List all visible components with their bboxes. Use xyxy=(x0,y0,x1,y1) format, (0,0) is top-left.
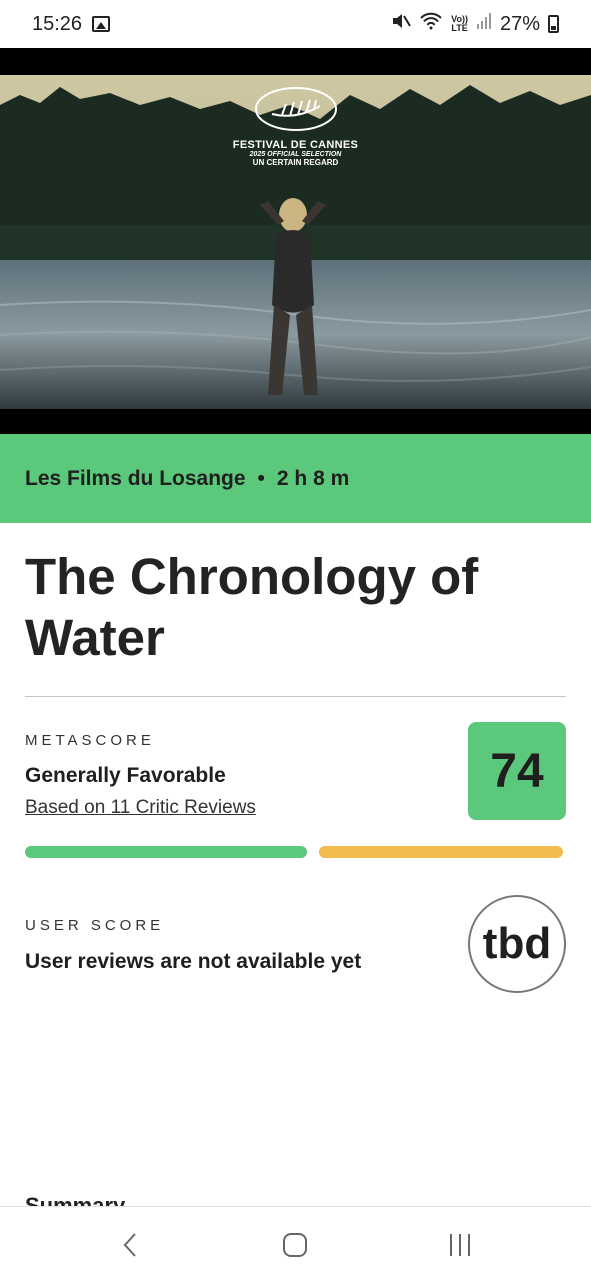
metascore-label: METASCORE xyxy=(25,732,155,749)
gallery-icon xyxy=(92,16,111,32)
palm-laurel-icon xyxy=(254,87,337,131)
info-bar: Les Films du Losange • 2 h 8 m xyxy=(0,434,591,523)
signal-icon xyxy=(476,12,492,36)
home-button[interactable] xyxy=(275,1225,315,1265)
mute-icon xyxy=(391,12,411,36)
status-left: 15:26 xyxy=(32,12,111,36)
status-right: Vo)) LTE 27% xyxy=(391,12,559,36)
recent-apps-icon xyxy=(450,1234,470,1256)
home-icon xyxy=(283,1233,307,1257)
status-time: 15:26 xyxy=(32,12,83,35)
status-bar: 15:26 Vo)) LTE 27% xyxy=(0,0,591,48)
battery-icon xyxy=(548,15,559,33)
critic-reviews-link[interactable]: Based on 11 Critic Reviews xyxy=(25,797,256,819)
distributor[interactable]: Les Films du Losange xyxy=(25,467,246,491)
recent-apps-button[interactable] xyxy=(440,1225,480,1265)
user-score-description: User reviews are not available yet xyxy=(25,950,362,973)
festival-section: UN CERTAIN REGARD xyxy=(252,158,339,167)
cannes-badge: FESTIVAL DE CANNES 2025 OFFICIAL SELECTI… xyxy=(0,86,591,167)
mixed-segment xyxy=(319,846,563,858)
runtime: 2 h 8 m xyxy=(276,466,350,490)
festival-name: FESTIVAL DE CANNES xyxy=(232,139,359,151)
user-score-label: USER SCORE xyxy=(25,917,165,934)
navigation-bar xyxy=(0,1206,591,1280)
battery-percent: 27% xyxy=(499,12,540,35)
back-button[interactable] xyxy=(110,1225,150,1265)
page-title: The Chronology of Water xyxy=(25,548,479,666)
positive-segment xyxy=(25,846,307,858)
hero-image[interactable]: FESTIVAL DE CANNES 2025 OFFICIAL SELECTI… xyxy=(0,48,591,434)
summary-heading: Summary xyxy=(25,1193,126,1206)
metascore-description: Generally Favorable xyxy=(25,764,226,787)
festival-selection: 2025 OFFICIAL SELECTION xyxy=(249,151,342,158)
wifi-icon xyxy=(419,12,443,36)
divider xyxy=(25,696,566,697)
user-score-badge[interactable]: tbd xyxy=(468,895,566,993)
volte-indicator: Vo)) LTE xyxy=(451,14,468,33)
separator: • xyxy=(257,466,265,490)
metascore-badge[interactable]: 74 xyxy=(468,722,566,820)
back-icon xyxy=(123,1233,136,1257)
score-distribution-bar xyxy=(25,846,563,858)
